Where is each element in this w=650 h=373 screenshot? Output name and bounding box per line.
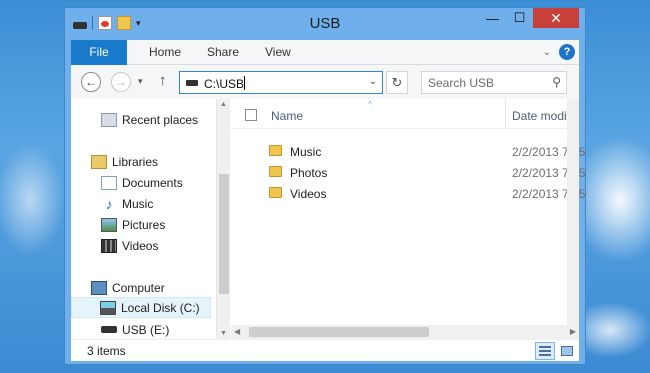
search-box[interactable]: ⚲	[421, 71, 567, 94]
sidebar-item-local-disk[interactable]: Local Disk (C:)	[71, 297, 211, 318]
window-controls: — ☐ ✕	[479, 8, 579, 28]
address-input[interactable]: C:\USB	[204, 76, 246, 91]
scrollbar-thumb[interactable]	[249, 327, 429, 337]
scrollbar-thumb[interactable]	[219, 174, 229, 294]
file-name: Photos	[290, 166, 328, 180]
sort-ascending-icon: ^	[368, 100, 372, 109]
tab-share[interactable]: Share	[207, 40, 239, 65]
back-button[interactable]: ←	[81, 72, 101, 92]
item-count: 3 items	[87, 344, 126, 358]
ribbon-right-controls: ⌄ ?	[543, 44, 575, 60]
videos-icon	[101, 238, 117, 253]
music-icon: ♪	[105, 195, 113, 212]
help-icon[interactable]: ?	[559, 44, 575, 60]
content-area: Recent places Libraries Documents ♪ Musi…	[71, 99, 585, 339]
file-row-videos[interactable]: Videos 2/2/2013 7:15	[231, 183, 585, 204]
minimize-button[interactable]: —	[479, 8, 506, 28]
libraries-icon	[91, 154, 107, 169]
explorer-window: ▾ USB — ☐ ✕ File Home Share View ⌄ ? ← →…	[64, 7, 586, 365]
pictures-icon	[101, 217, 117, 232]
details-view-button[interactable]	[535, 342, 555, 360]
file-name: Videos	[290, 187, 327, 201]
large-icons-view-button[interactable]	[557, 342, 577, 360]
file-row-photos[interactable]: Photos 2/2/2013 7:15	[231, 162, 585, 183]
tab-view[interactable]: View	[265, 40, 291, 65]
expand-ribbon-icon[interactable]: ⌄	[543, 47, 551, 58]
file-list-vertical-scrollbar[interactable]	[567, 99, 579, 325]
file-list: Name ^ Date modifie Music 2/2/2013 7:15 …	[231, 99, 585, 339]
close-button[interactable]: ✕	[533, 8, 579, 28]
folder-icon	[269, 187, 282, 198]
sidebar-item-libraries[interactable]: Libraries	[91, 151, 231, 172]
details-view-icon	[539, 346, 551, 356]
navigation-bar: ← → ▾ ↑ C:\USB ⌄ ↻ ⚲	[71, 65, 579, 99]
scroll-down-icon[interactable]: ▼	[220, 330, 227, 337]
column-name[interactable]: Name	[271, 109, 303, 123]
drive-icon	[186, 80, 198, 86]
column-header: Name ^ Date modifie	[231, 99, 579, 129]
large-icons-view-icon	[561, 346, 573, 356]
sidebar-item-computer[interactable]: Computer	[91, 277, 231, 298]
tab-file[interactable]: File	[71, 40, 127, 65]
folder-icon	[269, 166, 282, 177]
recent-locations-icon[interactable]: ▾	[138, 76, 143, 87]
refresh-button[interactable]: ↻	[386, 71, 408, 94]
up-button[interactable]: ↑	[159, 72, 167, 89]
folder-icon	[269, 145, 282, 156]
file-row-music[interactable]: Music 2/2/2013 7:15	[231, 141, 585, 162]
status-bar: 3 items	[71, 339, 579, 361]
column-divider[interactable]	[505, 99, 506, 129]
scroll-left-icon[interactable]: ◀	[234, 327, 240, 336]
navigation-scrollbar[interactable]: ▲ ▼	[216, 99, 230, 339]
scroll-right-icon[interactable]: ▶	[570, 327, 576, 336]
tab-home[interactable]: Home	[149, 40, 181, 65]
computer-icon	[91, 280, 107, 295]
forward-button[interactable]: →	[111, 72, 131, 92]
local-disk-icon	[100, 300, 116, 315]
documents-icon	[101, 175, 117, 190]
address-bar[interactable]: C:\USB ⌄	[179, 71, 383, 94]
select-all-checkbox[interactable]	[245, 109, 257, 121]
title-bar[interactable]: ▾ USB — ☐ ✕	[65, 8, 585, 38]
ribbon-tabs: File Home Share View ⌄ ?	[71, 40, 579, 65]
navigation-pane: Recent places Libraries Documents ♪ Musi…	[71, 99, 216, 339]
scroll-up-icon[interactable]: ▲	[220, 101, 227, 108]
search-icon[interactable]: ⚲	[552, 75, 561, 89]
recent-places-icon	[101, 112, 117, 127]
search-input[interactable]	[428, 75, 538, 91]
file-list-horizontal-scrollbar[interactable]: ◀ ▶	[231, 325, 579, 339]
maximize-button[interactable]: ☐	[506, 8, 533, 28]
usb-drive-icon	[101, 326, 117, 333]
file-name: Music	[290, 145, 322, 159]
address-dropdown-icon[interactable]: ⌄	[369, 76, 377, 87]
